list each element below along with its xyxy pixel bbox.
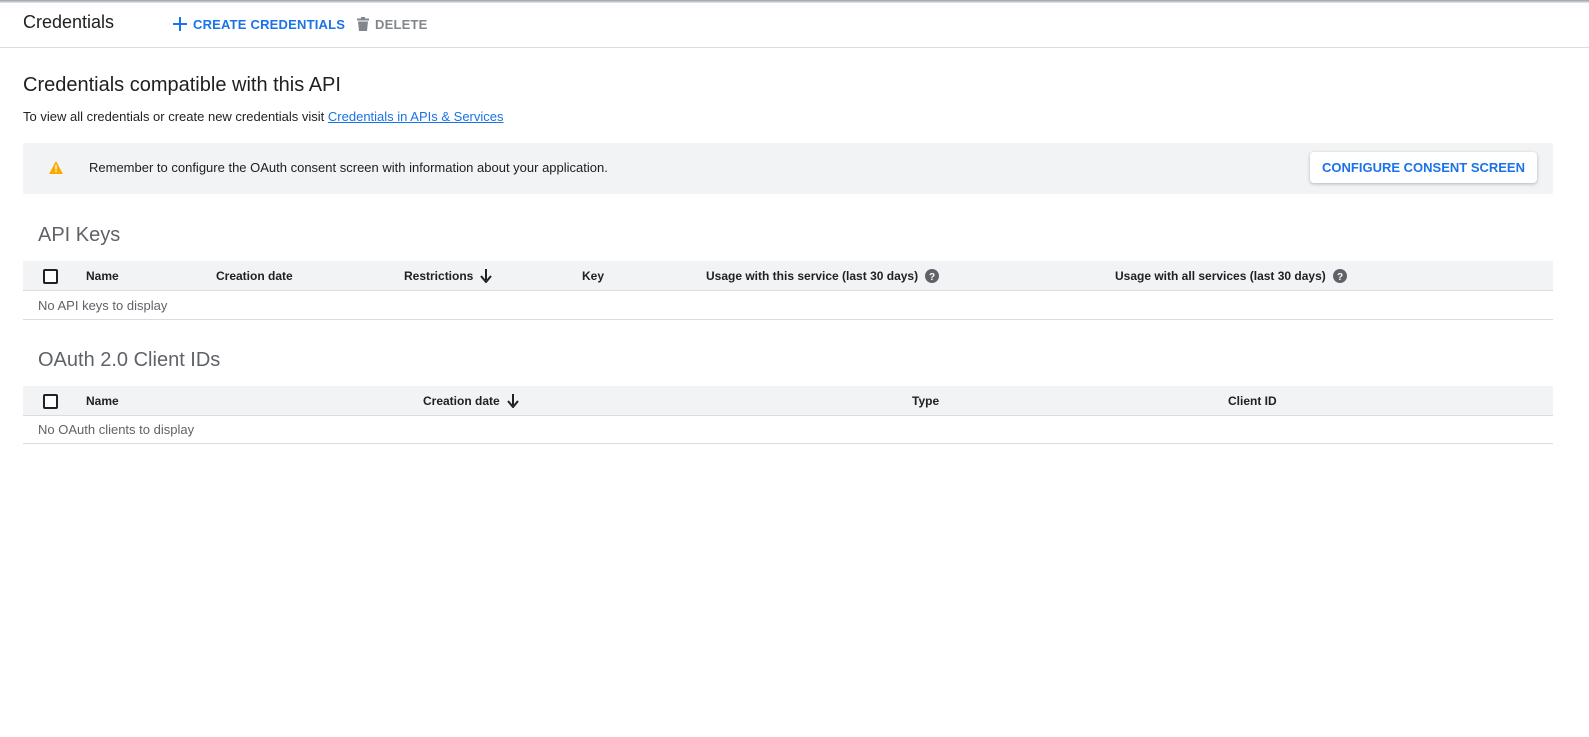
col-client-id[interactable]: Client ID: [1228, 394, 1277, 408]
configure-consent-screen-button[interactable]: CONFIGURE CONSENT SCREEN: [1310, 152, 1537, 183]
col-usage-all-services[interactable]: Usage with all services (last 30 days) ?: [1115, 269, 1347, 283]
api-keys-empty-text: No API keys to display: [38, 298, 168, 313]
col-restrictions-label: Restrictions: [404, 269, 474, 283]
plus-icon: [173, 17, 187, 31]
col-key[interactable]: Key: [582, 269, 604, 283]
help-icon[interactable]: ?: [1332, 269, 1347, 283]
intro-text-label: To view all credentials or create new cr…: [23, 109, 328, 124]
intro-text: To view all credentials or create new cr…: [23, 109, 504, 124]
col-usage-this-service-label: Usage with this service (last 30 days): [706, 269, 919, 283]
oauth-table-header: Name Creation date Type Client ID: [23, 386, 1553, 416]
select-all-api-keys-checkbox[interactable]: [43, 269, 58, 284]
banner-message: Remember to configure the OAuth consent …: [89, 160, 608, 175]
section-heading: Credentials compatible with this API: [23, 74, 341, 96]
col-creation-date-label: Creation date: [423, 394, 500, 408]
page-header: Credentials CREATE CREDENTIALS DELETE: [0, 3, 1589, 48]
col-name[interactable]: Name: [86, 269, 119, 283]
col-restrictions[interactable]: Restrictions: [404, 269, 493, 283]
help-icon[interactable]: ?: [925, 269, 940, 283]
warning-icon: [49, 161, 63, 174]
svg-text:?: ?: [929, 272, 935, 283]
delete-label: DELETE: [375, 16, 428, 32]
col-name[interactable]: Name: [86, 394, 119, 408]
oauth-empty-row: No OAuth clients to display: [23, 415, 1553, 444]
col-creation-date[interactable]: Creation date: [216, 269, 293, 283]
api-keys-table-header: Name Creation date Restrictions Key Usag…: [23, 261, 1553, 291]
oauth-empty-text: No OAuth clients to display: [38, 422, 195, 437]
oauth-warning-banner: Remember to configure the OAuth consent …: [23, 143, 1553, 194]
delete-button[interactable]: DELETE: [357, 14, 427, 34]
page-title: Credentials: [23, 12, 115, 32]
col-usage-this-service[interactable]: Usage with this service (last 30 days) ?: [706, 269, 940, 283]
create-credentials-button[interactable]: CREATE CREDENTIALS: [173, 14, 345, 34]
arrow-down-icon: [480, 269, 493, 283]
oauth-title: OAuth 2.0 Client IDs: [38, 349, 221, 371]
col-creation-date[interactable]: Creation date: [423, 394, 519, 408]
arrow-down-icon: [506, 394, 519, 408]
api-keys-empty-row: No API keys to display: [23, 291, 1553, 320]
svg-text:?: ?: [1337, 272, 1343, 283]
col-type[interactable]: Type: [912, 394, 939, 408]
credentials-link[interactable]: Credentials in APIs & Services: [328, 109, 504, 124]
col-usage-all-services-label: Usage with all services (last 30 days): [1115, 269, 1326, 283]
api-keys-title: API Keys: [38, 224, 121, 246]
trash-icon: [357, 17, 369, 31]
create-credentials-label: CREATE CREDENTIALS: [193, 16, 346, 32]
select-all-oauth-checkbox[interactable]: [43, 394, 58, 409]
